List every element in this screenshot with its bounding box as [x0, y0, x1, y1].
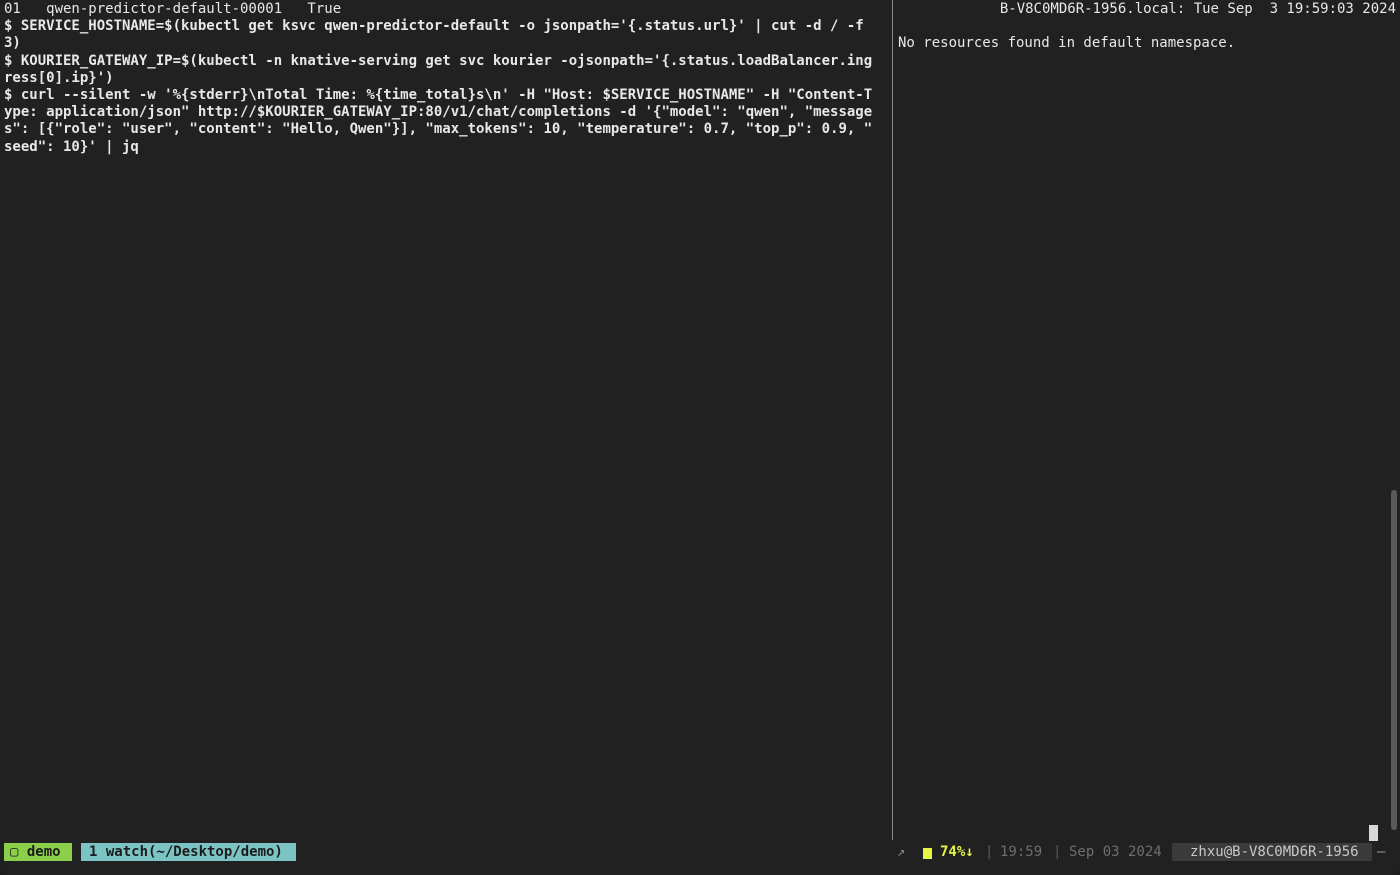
tmux-status-bar: ▢ demo 1 watch(~/Desktop/demo) ↗ 74%↓ | …: [0, 842, 1400, 862]
watch-empty-line: [898, 18, 1396, 35]
window-tab-watch[interactable]: 1 watch(~/Desktop/demo): [81, 843, 296, 861]
right-pane-scrollbar[interactable]: [1391, 490, 1397, 830]
battery-level: 74%↓: [940, 844, 974, 860]
terminal-line: $ SERVICE_HOSTNAME=$(kubectl get ksvc qw…: [4, 18, 864, 35]
terminal-line: s": [{"role": "user", "content": "Hello,…: [4, 121, 873, 138]
watch-output: No resources found in default namespace.: [898, 35, 1236, 52]
status-date: Sep 03 2024: [1069, 844, 1162, 860]
battery-icon: [923, 848, 932, 859]
status-host: zhxu@B-V8C0MD6R-1956: [1172, 843, 1372, 861]
watch-header: B-V8C0MD6R-1956.local: Tue Sep 3 19:59:0…: [999, 1, 1396, 17]
terminal-cursor: [1369, 825, 1378, 841]
terminal-window[interactable]: 01 qwen-predictor-default-00001 True $ SE…: [0, 0, 1400, 875]
pane-divider[interactable]: [892, 0, 893, 840]
session-name[interactable]: ▢ demo: [4, 843, 72, 861]
status-dash: –: [1377, 844, 1386, 860]
status-separator: |: [985, 844, 994, 860]
terminal-line: ype: application/json" http://$KOURIER_G…: [4, 104, 873, 121]
terminal-line: $ KOURIER_GATEWAY_IP=$(kubectl -n knativ…: [4, 52, 873, 69]
terminal-line: $ curl --silent -w '%{stderr}\nTotal Tim…: [4, 86, 873, 103]
terminal-line: 3): [4, 35, 21, 52]
terminal-line: 01 qwen-predictor-default-00001 True: [4, 1, 342, 17]
terminal-line: ress[0].ip}'): [4, 69, 114, 86]
left-pane[interactable]: 01 qwen-predictor-default-00001 True $ SE…: [0, 0, 892, 840]
status-separator: |: [1053, 844, 1062, 860]
right-pane[interactable]: B-V8C0MD6R-1956.local: Tue Sep 3 19:59:0…: [894, 0, 1400, 840]
terminal-line: seed": 10}' | jq: [4, 138, 139, 155]
status-time: 19:59: [1000, 844, 1043, 860]
arrow-icon: ↗: [897, 844, 906, 860]
